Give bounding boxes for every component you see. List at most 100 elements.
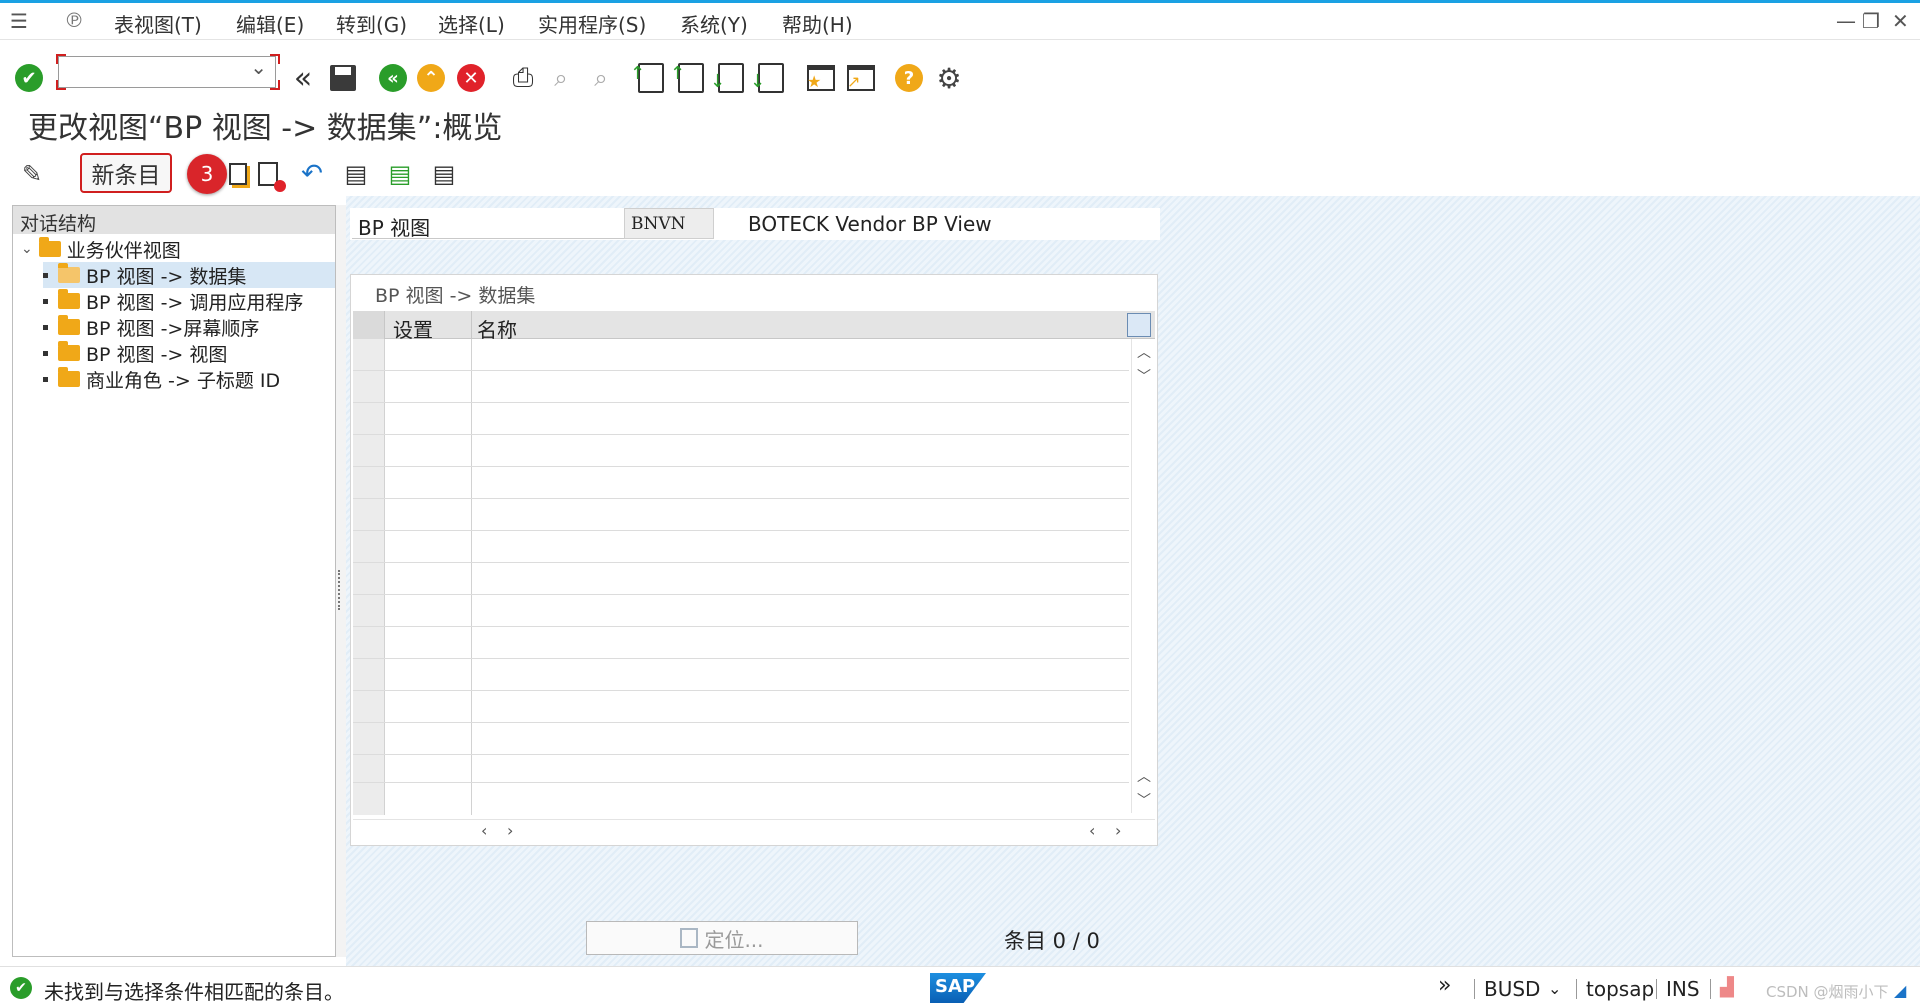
cancel-icon[interactable]: ✕ (454, 61, 488, 95)
tree-item-calling-application[interactable]: BP 视图 -> 调用应用程序 (43, 288, 303, 314)
back-icon[interactable]: « (376, 61, 410, 95)
scroll-left-icon[interactable]: ‹ (1089, 821, 1095, 840)
menu-utilities[interactable]: 实用程序(S) (538, 9, 646, 38)
table-row[interactable] (353, 371, 1129, 403)
select-all-icon[interactable]: ▤ (340, 158, 372, 190)
dialog-structure-panel: 对话结构 ⌄ 业务伙伴视图 BP 视图 -> 数据集 BP 视图 -> 调用应用… (12, 205, 336, 957)
table-row[interactable] (353, 723, 1129, 755)
resize-grip-icon[interactable]: ◢ (1894, 981, 1906, 1000)
new-entries-button[interactable]: 新条目 (80, 153, 172, 193)
restore-icon[interactable]: ❐ (1862, 9, 1880, 33)
scroll-left-icon[interactable]: ‹ (481, 821, 487, 840)
chevron-down-icon[interactable]: ⌄ (21, 241, 33, 257)
close-window-icon[interactable]: ✕ (1892, 9, 1909, 33)
tree-root[interactable]: ⌄ 业务伙伴视图 (21, 236, 181, 262)
table-row[interactable] (353, 403, 1129, 435)
position-icon (680, 928, 699, 948)
menu-goto[interactable]: 转到(G) (336, 9, 407, 38)
undo-icon[interactable]: ↶ (296, 158, 328, 190)
response-time-icon: ▟ (1720, 977, 1734, 998)
position-button[interactable]: 定位... (586, 921, 858, 955)
system-name: BUSD (1484, 977, 1541, 1001)
divider (471, 311, 472, 339)
bullet (43, 350, 48, 356)
new-session-icon[interactable]: ★ (804, 61, 838, 95)
scroll-right-icon[interactable]: › (1115, 821, 1121, 840)
delete-icon[interactable] (252, 158, 286, 192)
tree-item-screen-sequence[interactable]: BP 视图 ->屏幕顺序 (43, 314, 259, 340)
table-row[interactable] (353, 499, 1129, 531)
table-row[interactable] (353, 435, 1129, 467)
scroll-down-icon[interactable]: ﹀ (1132, 789, 1156, 811)
enter-icon[interactable]: ✔ (12, 61, 46, 95)
highlight-corner (56, 80, 66, 90)
menu-selection[interactable]: 选择(L) (438, 9, 505, 38)
menu-help[interactable]: 帮助(H) (782, 9, 853, 38)
tree-item-data-set[interactable]: BP 视图 -> 数据集 (43, 262, 335, 288)
minimize-icon[interactable]: — (1836, 9, 1856, 33)
splitter-grip[interactable] (338, 570, 343, 610)
first-page-icon[interactable]: ↑ (630, 61, 668, 95)
scroll-right-icon[interactable]: › (507, 821, 513, 840)
chevron-down-icon[interactable]: ⌄ (1548, 979, 1561, 998)
scroll-down-icon[interactable]: ﹀ (1132, 365, 1156, 387)
command-field[interactable] (58, 55, 276, 88)
save-icon[interactable] (326, 61, 360, 95)
select-block-icon[interactable]: ▤ (384, 158, 416, 190)
bp-view-description: BOTECK Vendor BP View (748, 212, 992, 236)
data-set-table: BP 视图 -> 数据集 设置 名称 ︿ ﹀ ︿ ﹀ ‹ › ‹ › (350, 274, 1158, 846)
deselect-all-icon[interactable]: ▤ (428, 158, 460, 190)
previous-page-icon[interactable]: ↑ (670, 61, 708, 95)
tree-item-label: BP 视图 ->屏幕顺序 (86, 317, 260, 340)
vertical-scrollbar[interactable]: ︿ ﹀ ︿ ﹀ (1131, 339, 1155, 813)
menu-table-view[interactable]: 表视图(T) (114, 9, 202, 38)
bullet (43, 298, 48, 304)
table-row[interactable] (353, 627, 1129, 659)
table-settings-icon[interactable] (1127, 313, 1151, 337)
entry-count: 条目 0 / 0 (1004, 929, 1100, 953)
display-change-icon[interactable]: ✎ (16, 158, 48, 190)
table-row[interactable] (353, 691, 1129, 723)
table-row[interactable] (353, 595, 1129, 627)
highlight-corner (270, 54, 280, 64)
help-icon[interactable]: ? (892, 61, 926, 95)
table-row[interactable] (353, 339, 1129, 371)
menu-bar: ☰ ℗ 表视图(T) 编辑(E) 转到(G) 选择(L) 实用程序(S) 系统(… (0, 0, 1920, 40)
status-message: 未找到与选择条件相匹配的条目。 (44, 980, 344, 1004)
menu-icon[interactable]: ☰ (10, 9, 28, 33)
scroll-up-icon[interactable]: ︿ (1132, 765, 1156, 787)
exit-icon[interactable]: ⌃ (414, 61, 448, 95)
table-row[interactable] (353, 659, 1129, 691)
bullet (43, 324, 48, 330)
menu-edit[interactable]: 编辑(E) (236, 9, 304, 38)
server-name: topsap (1586, 977, 1655, 1001)
divider (1656, 979, 1657, 999)
table-title: BP 视图 -> 数据集 (375, 285, 536, 307)
select-all-cell[interactable] (353, 311, 385, 339)
last-page-icon[interactable]: ↓ (750, 61, 788, 95)
next-page-icon[interactable]: ↓ (710, 61, 748, 95)
shortcut-icon[interactable]: ↗ (844, 61, 878, 95)
tree-item-views[interactable]: BP 视图 -> 视图 (43, 340, 227, 366)
folder-icon (38, 237, 61, 257)
menu-system[interactable]: 系统(Y) (680, 9, 748, 38)
table-header: 设置 名称 (353, 311, 1155, 342)
table-row[interactable] (353, 563, 1129, 595)
expand-status-icon[interactable]: » (1438, 973, 1451, 998)
table-row[interactable] (353, 467, 1129, 499)
parameter-icon[interactable]: ℗ (64, 8, 84, 32)
settings-gear-icon[interactable]: ⚙ (932, 61, 966, 95)
table-row[interactable] (353, 755, 1129, 783)
find-icon[interactable]: ⌕ (544, 61, 578, 95)
collapse-icon[interactable]: « (286, 61, 320, 96)
print-icon[interactable]: ⎙ (506, 61, 540, 95)
tree-item-role-subheader[interactable]: 商业角色 -> 子标题 ID (43, 366, 280, 392)
insert-mode[interactable]: INS (1666, 977, 1700, 1001)
table-row[interactable] (353, 531, 1129, 563)
copy-as-icon[interactable] (222, 158, 254, 190)
horizontal-scrollbar[interactable]: ‹ › ‹ › (353, 819, 1155, 843)
scroll-up-icon[interactable]: ︿ (1132, 341, 1156, 363)
find-next-icon[interactable]: ⌕ (584, 61, 618, 95)
table-row[interactable] (353, 783, 1129, 815)
folder-icon (58, 315, 80, 335)
